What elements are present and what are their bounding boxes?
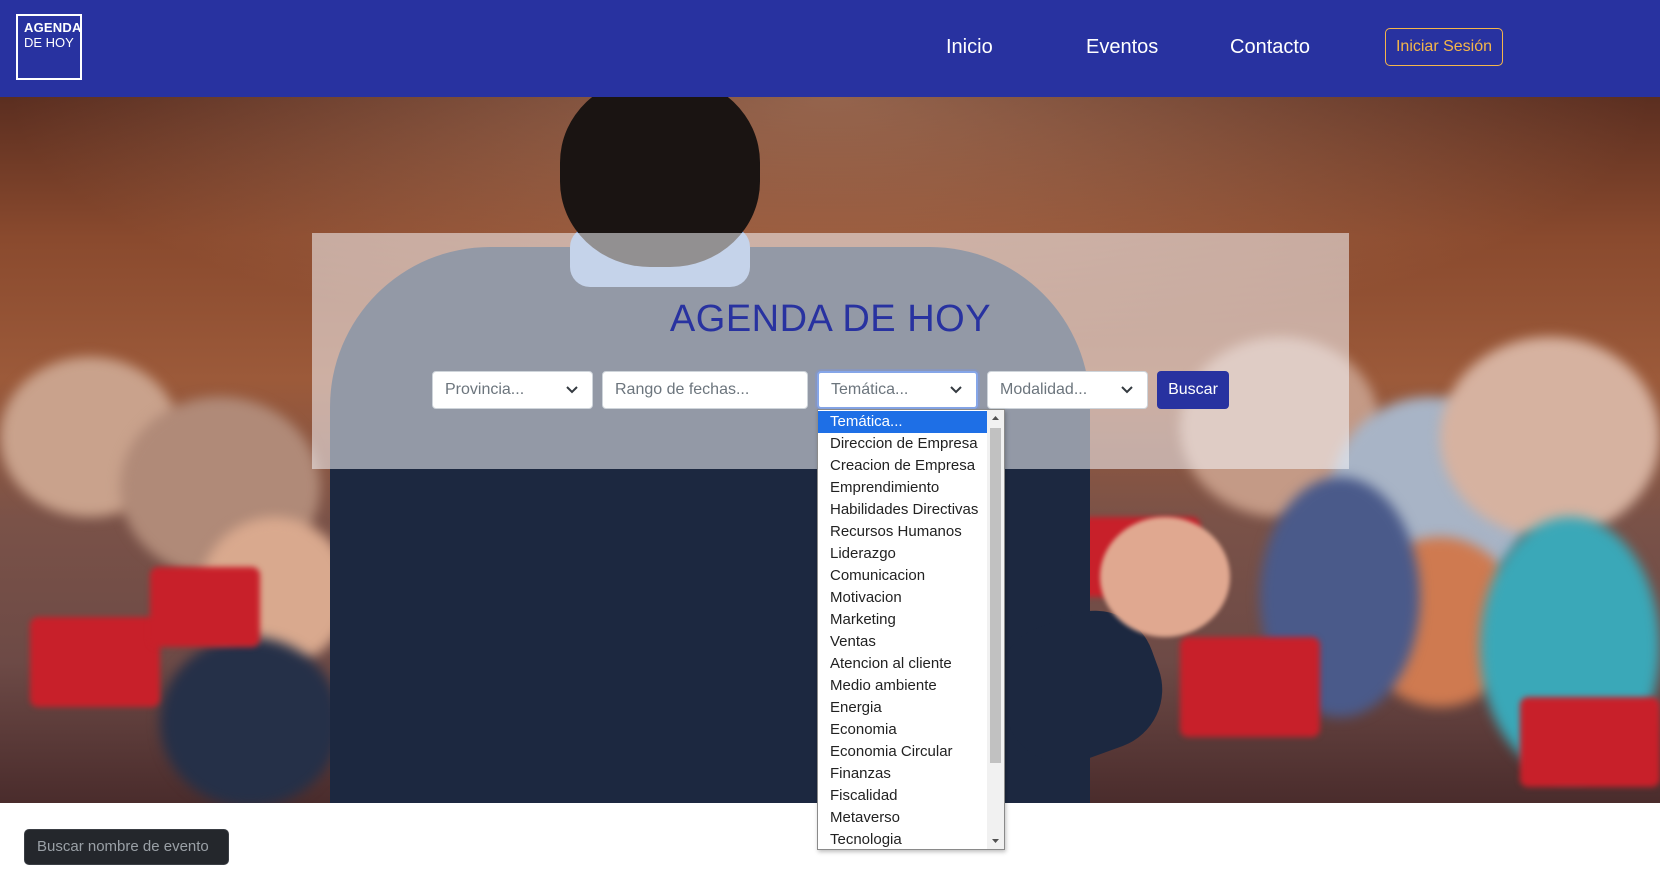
tematica-dropdown-list[interactable]: Temática... Direccion de Empresa Creacion … bbox=[817, 409, 1005, 850]
modalidad-select-label: Modalidad... bbox=[1000, 381, 1088, 398]
tematica-option[interactable]: Liderazgo bbox=[818, 543, 988, 565]
tematica-option[interactable]: Finanzas bbox=[818, 763, 988, 785]
scroll-thumb[interactable] bbox=[990, 428, 1001, 763]
nav-inicio[interactable]: Inicio bbox=[946, 36, 993, 59]
seat bbox=[1180, 637, 1320, 737]
audience-blob bbox=[1440, 337, 1660, 537]
tematica-option[interactable]: Fiscalidad bbox=[818, 785, 988, 807]
tematica-option[interactable]: Tecnologia bbox=[818, 829, 988, 849]
event-name-search-placeholder: Buscar nombre de evento bbox=[37, 838, 209, 855]
tematica-select[interactable]: Temática... bbox=[817, 371, 978, 409]
tematica-option[interactable]: Economia bbox=[818, 719, 988, 741]
audience-blob bbox=[160, 637, 340, 803]
tematica-option[interactable]: Economia Circular bbox=[818, 741, 988, 763]
seat bbox=[1520, 697, 1660, 787]
event-name-search-input[interactable]: Buscar nombre de evento bbox=[24, 829, 229, 865]
logo[interactable]: AGENDA DE HOY bbox=[16, 14, 82, 80]
chevron-down-icon bbox=[950, 386, 962, 394]
tematica-select-label: Temática... bbox=[831, 381, 909, 398]
tematica-option[interactable]: Comunicacion bbox=[818, 565, 988, 587]
tematica-option[interactable]: Ventas bbox=[818, 631, 988, 653]
seat bbox=[30, 617, 160, 707]
search-button[interactable]: Buscar bbox=[1157, 371, 1229, 409]
scroll-up-arrow-icon[interactable] bbox=[987, 410, 1004, 427]
nav-eventos[interactable]: Eventos bbox=[1086, 36, 1158, 59]
tematica-option[interactable]: Direccion de Empresa bbox=[818, 433, 988, 455]
navbar: AGENDA DE HOY Inicio Eventos Contacto In… bbox=[0, 0, 1660, 97]
speaker-hand bbox=[1100, 517, 1230, 637]
tematica-option[interactable]: Metaverso bbox=[818, 807, 988, 829]
tematica-option[interactable]: Emprendimiento bbox=[818, 477, 988, 499]
tematica-option[interactable]: Temática... bbox=[818, 411, 988, 433]
tematica-option[interactable]: Recursos Humanos bbox=[818, 521, 988, 543]
tematica-option[interactable]: Creacion de Empresa bbox=[818, 455, 988, 477]
date-range-placeholder: Rango de fechas... bbox=[615, 381, 750, 398]
date-range-input[interactable]: Rango de fechas... bbox=[602, 371, 808, 409]
tematica-option[interactable]: Marketing bbox=[818, 609, 988, 631]
logo-line2: DE HOY bbox=[24, 35, 74, 50]
seat bbox=[150, 567, 260, 647]
login-button[interactable]: Iniciar Sesión bbox=[1385, 28, 1503, 66]
provincia-select-label: Provincia... bbox=[445, 381, 525, 398]
scroll-down-arrow-icon[interactable] bbox=[987, 832, 1004, 849]
tematica-option[interactable]: Habilidades Directivas bbox=[818, 499, 988, 521]
chevron-down-icon bbox=[566, 386, 578, 394]
tematica-option[interactable]: Atencion al cliente bbox=[818, 653, 988, 675]
chevron-down-icon bbox=[1121, 386, 1133, 394]
dropdown-scrollbar[interactable] bbox=[987, 410, 1004, 849]
provincia-select[interactable]: Provincia... bbox=[432, 371, 593, 409]
tematica-option[interactable]: Medio ambiente bbox=[818, 675, 988, 697]
logo-line1: AGENDA bbox=[24, 20, 82, 35]
tematica-option[interactable]: Energia bbox=[818, 697, 988, 719]
hero-title: AGENDA DE HOY bbox=[669, 298, 992, 340]
tematica-option[interactable]: Motivacion bbox=[818, 587, 988, 609]
nav-contacto[interactable]: Contacto bbox=[1230, 36, 1310, 59]
tematica-options: Temática... Direccion de Empresa Creacion … bbox=[818, 411, 988, 849]
modalidad-select[interactable]: Modalidad... bbox=[987, 371, 1148, 409]
